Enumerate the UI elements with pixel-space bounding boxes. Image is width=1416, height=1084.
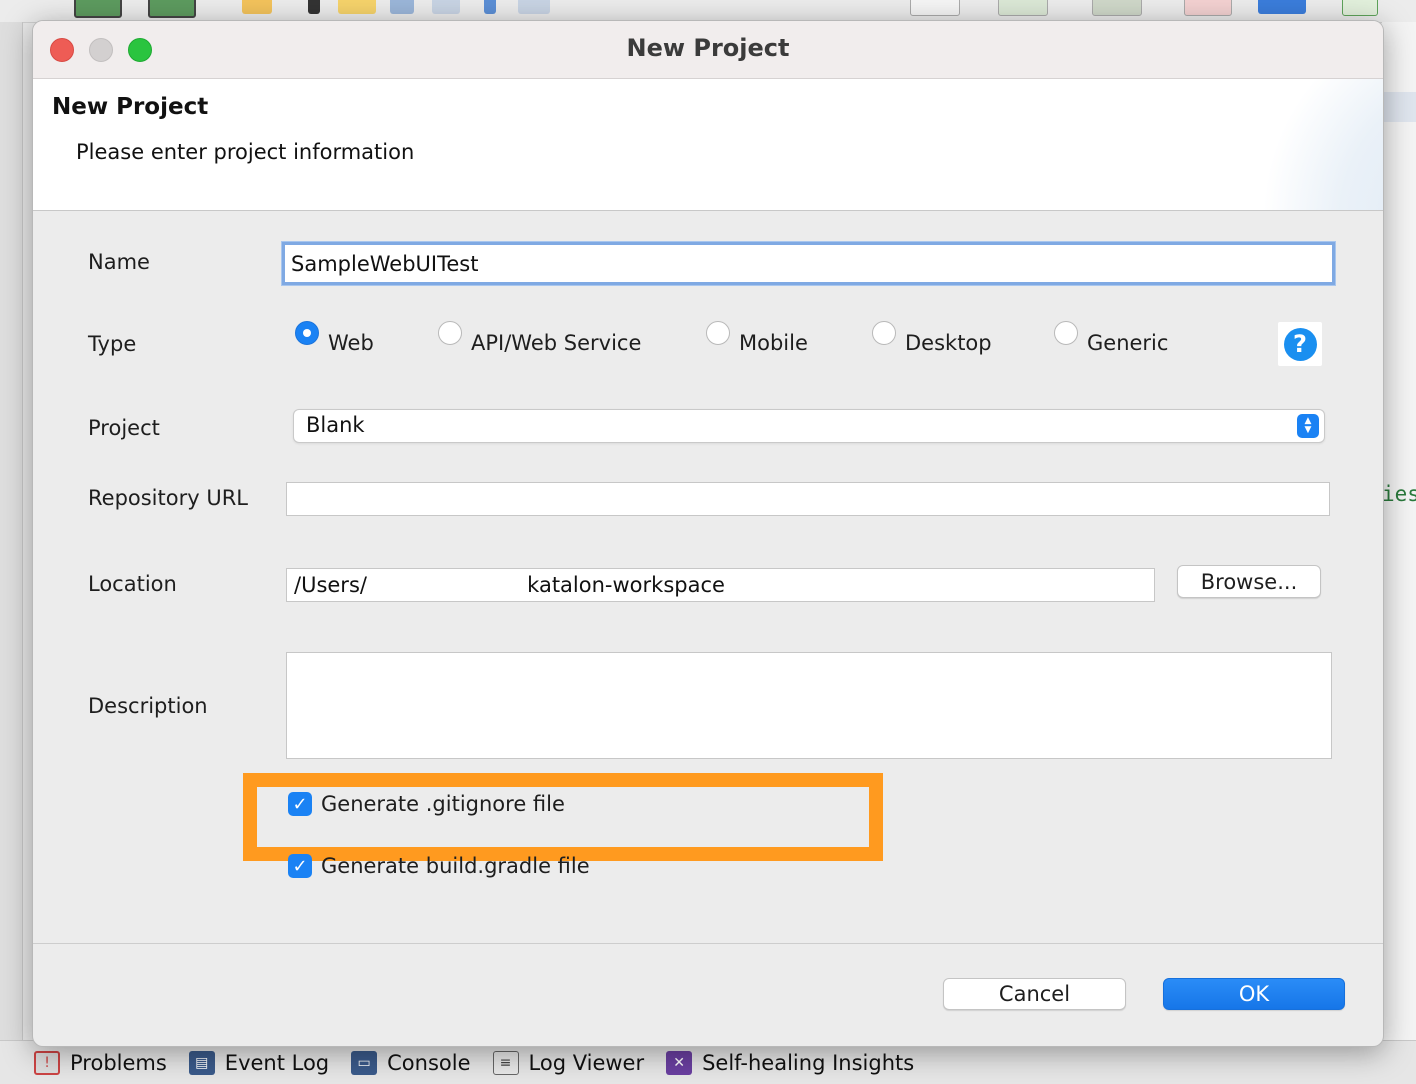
ok-button[interactable]: OK: [1163, 978, 1345, 1010]
tool-icon[interactable]: [432, 0, 460, 14]
type-radio-mobile[interactable]: Mobile: [706, 321, 808, 355]
radio-indicator: [295, 321, 319, 345]
pencil-icon[interactable]: [338, 0, 376, 14]
share-icon[interactable]: [1258, 0, 1306, 14]
repository-url-input[interactable]: [286, 482, 1330, 516]
browse-button[interactable]: Browse...: [1177, 565, 1321, 598]
repository-url-label: Repository URL: [88, 486, 249, 510]
gradle-checkbox[interactable]: ✓ Generate build.gradle file: [288, 854, 590, 878]
chevron-up-down-icon: ▲ ▼: [1297, 414, 1319, 438]
tab-label: Log Viewer: [528, 1050, 645, 1075]
dialog-header-banner: New Project Please enter project informa…: [33, 79, 1383, 211]
radio-indicator: [872, 321, 896, 345]
radio-indicator: [706, 321, 730, 345]
problems-icon: !: [34, 1050, 60, 1075]
cancel-button[interactable]: Cancel: [943, 978, 1126, 1010]
description-textarea[interactable]: [286, 652, 1332, 759]
checkmark-icon: ✓: [288, 792, 312, 816]
pause-icon[interactable]: [484, 0, 496, 14]
edit-icon[interactable]: [242, 0, 272, 14]
run-icon[interactable]: [998, 0, 1048, 16]
self-healing-icon: ✕: [666, 1050, 693, 1075]
plus-icon[interactable]: [1342, 0, 1378, 16]
type-radio-group: Web API/Web Service Mobile Desktop Gener…: [295, 321, 1295, 365]
stop-icon[interactable]: [1184, 0, 1232, 16]
location-input[interactable]: [286, 568, 1155, 602]
ide-editor-area: [1382, 22, 1416, 1042]
tool-icon[interactable]: [390, 0, 414, 14]
name-input[interactable]: [282, 242, 1335, 285]
ide-editor-tab-strip: [1382, 92, 1416, 122]
editor-code-fragment: ies: [1382, 482, 1416, 506]
location-label: Location: [88, 572, 177, 596]
tab-label: Problems: [70, 1050, 167, 1075]
footer-divider: [33, 943, 1383, 944]
new-project-dialog: New Project New Project Please enter pro…: [32, 20, 1384, 1047]
gitignore-checkbox[interactable]: ✓ Generate .gitignore file: [288, 792, 565, 816]
tab-event-log[interactable]: ▤ Event Log: [188, 1050, 330, 1075]
radio-label: Desktop: [905, 331, 992, 355]
android-icon[interactable]: [1092, 0, 1142, 16]
console-icon: ▭: [351, 1050, 378, 1075]
banner-title: New Project: [52, 94, 209, 120]
event-log-icon: ▤: [188, 1050, 215, 1075]
ide-left-panel: [0, 22, 23, 1042]
log-viewer-icon: ≡: [492, 1050, 519, 1075]
monitor-icon[interactable]: [148, 0, 196, 18]
type-label: Type: [88, 332, 137, 356]
gradle-label: Generate build.gradle file: [321, 854, 590, 878]
radio-label: Mobile: [739, 331, 808, 355]
type-radio-desktop[interactable]: Desktop: [872, 321, 992, 355]
project-select[interactable]: Blank ▲ ▼: [293, 409, 1325, 443]
type-radio-generic[interactable]: Generic: [1054, 321, 1168, 355]
radio-label: Web: [328, 331, 374, 355]
name-label: Name: [88, 250, 150, 274]
tab-label: Event Log: [224, 1050, 330, 1075]
tool-icon[interactable]: [518, 0, 550, 14]
window-title: New Project: [626, 34, 790, 62]
tab-self-healing-insights[interactable]: ✕ Self-healing Insights: [666, 1050, 915, 1075]
project-select-value: Blank: [306, 413, 365, 437]
tab-log-viewer[interactable]: ≡ Log Viewer: [492, 1050, 645, 1075]
orange-highlight-annotation: [243, 773, 883, 861]
description-label: Description: [88, 694, 208, 718]
type-radio-api-web-service[interactable]: API/Web Service: [438, 321, 641, 355]
banner-decoration: [1228, 79, 1383, 210]
radio-indicator: [438, 321, 462, 345]
banner-subtitle: Please enter project information: [76, 140, 415, 164]
tab-label: Self-healing Insights: [702, 1050, 915, 1075]
monitor-icon[interactable]: [74, 0, 122, 18]
project-label: Project: [88, 416, 160, 440]
window-titlebar: New Project: [33, 21, 1383, 79]
radio-label: API/Web Service: [471, 331, 642, 355]
toolbar-button[interactable]: [910, 0, 960, 16]
tab-problems[interactable]: ! Problems: [34, 1050, 167, 1075]
tab-console[interactable]: ▭ Console: [351, 1050, 471, 1075]
radio-label: Generic: [1087, 331, 1169, 355]
tab-label: Console: [387, 1050, 471, 1075]
help-icon: ?: [1283, 327, 1317, 361]
type-radio-web[interactable]: Web: [295, 321, 374, 355]
play-icon[interactable]: [308, 0, 320, 14]
radio-indicator: [1054, 321, 1078, 345]
gitignore-label: Generate .gitignore file: [321, 792, 565, 816]
help-button[interactable]: ?: [1278, 322, 1322, 366]
checkmark-icon: ✓: [288, 854, 312, 878]
